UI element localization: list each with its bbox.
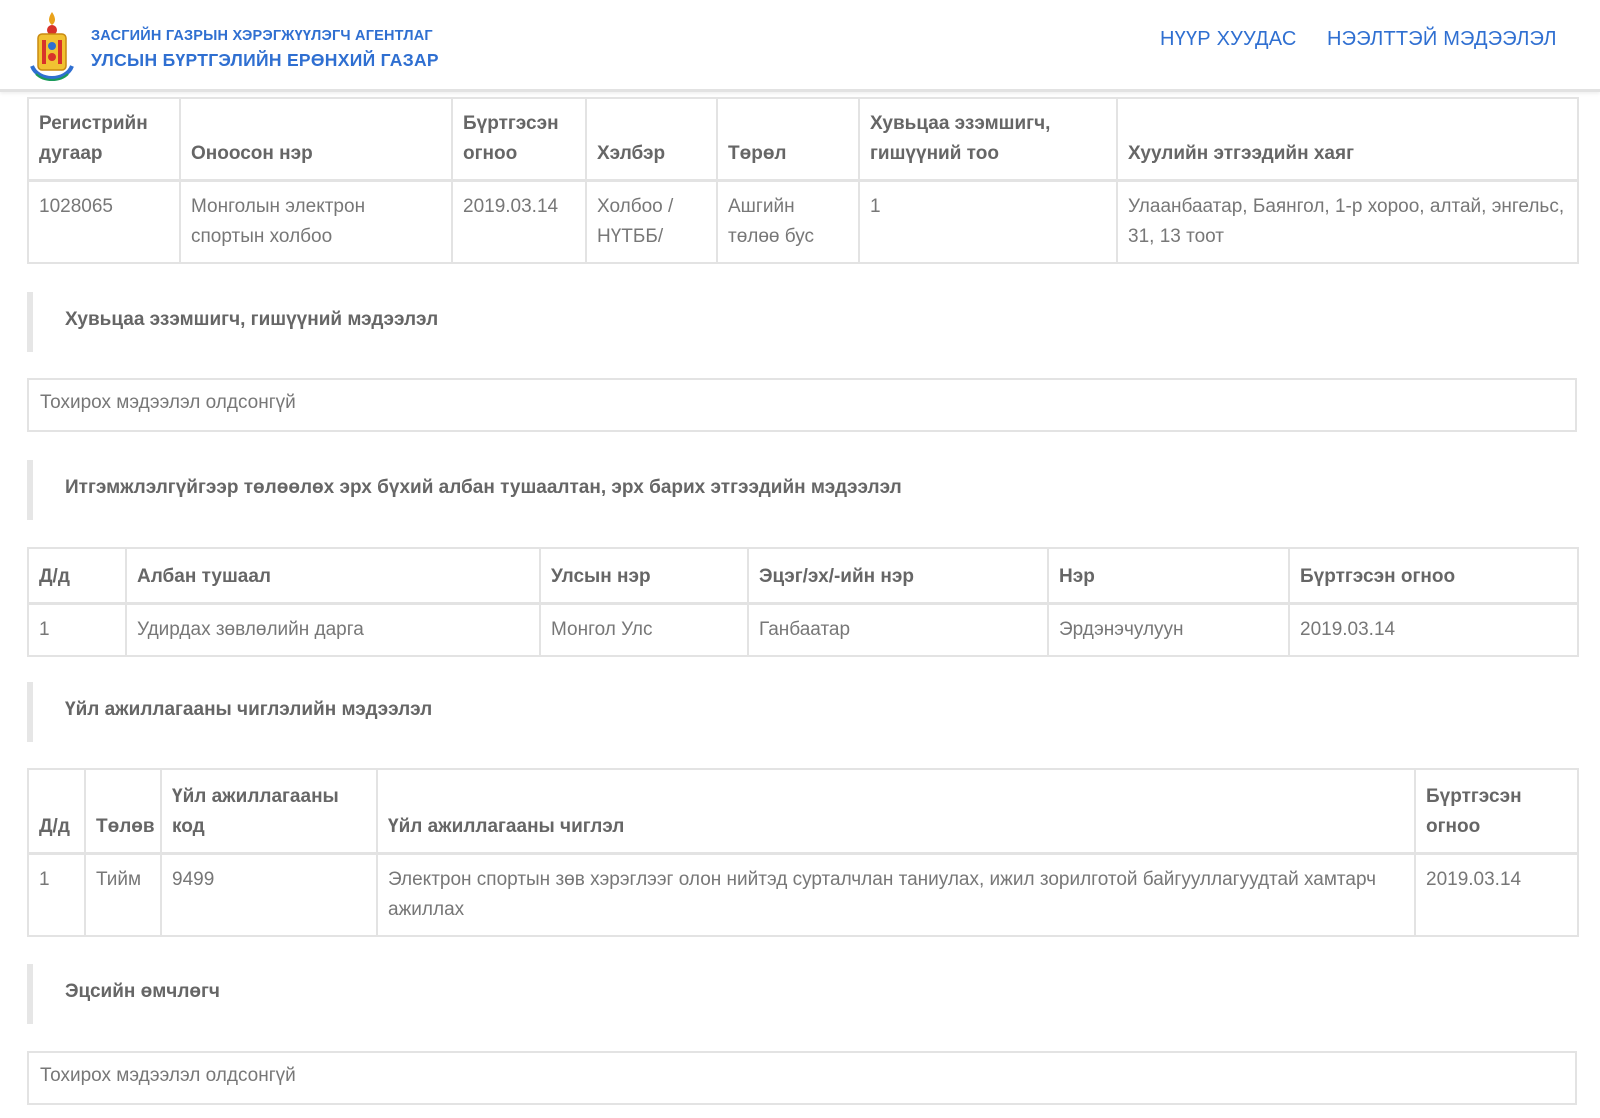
col-header-address: Хуулийн этгээдийн хаяг: [1116, 97, 1579, 182]
agency-line-1: ЗАСГИЙН ГАЗРЫН ХЭРЭГЖҮҮЛЭГЧ АГЕНТЛАГ: [91, 28, 433, 44]
col-header-index: Д/д: [27, 547, 127, 605]
col-header-activity-description: Үйл ажиллагааны чиглэл: [376, 768, 1416, 855]
soyombo-emblem-icon[interactable]: [28, 10, 76, 84]
officials-table: Д/д Албан тушаал Улсын нэр Эцэг/эх/-ийн …: [27, 547, 1579, 657]
section-title-shareholders: Хувьцаа эзэмшигч, гишүүний мэдээлэл: [27, 292, 1577, 352]
section-title-text: Итгэмжлэлгүйгээр төлөөлөх эрх бүхий алба…: [65, 477, 902, 498]
section-title-text: Үйл ажиллагааны чиглэлийн мэдээлэл: [65, 699, 433, 720]
col-header-parent-name: Эцэг/эх/-ийн нэр: [747, 547, 1049, 605]
site-header: ЗАСГИЙН ГАЗРЫН ХЭРЭГЖҮҮЛЭГЧ АГЕНТЛАГ УЛС…: [0, 0, 1600, 92]
empty-message: Тохирох мэдээлэл олдсонгүй: [40, 392, 296, 413]
col-header-activity-code: Үйл ажиллагааны код: [160, 768, 378, 855]
section-title-activities: Үйл ажиллагааны чиглэлийн мэдээлэл: [27, 682, 1577, 742]
col-header-member-count: Хувьцаа эзэмшигч, гишүүний тоо: [858, 97, 1118, 182]
cell-name: Монголын электрон спортын холбоо: [179, 179, 453, 264]
cell-member-count: 1: [858, 179, 1118, 264]
col-header-name: Оноосон нэр: [179, 97, 453, 182]
cell-activity-description: Электрон спортын зөв хэрэглээг олон нийт…: [376, 852, 1416, 937]
section-title-officials: Итгэмжлэлгүйгээр төлөөлөх эрх бүхий алба…: [27, 460, 1577, 520]
cell-index: 1: [27, 602, 127, 657]
col-header-status: Төлөв: [84, 768, 162, 855]
cell-registration-no: 1028065: [27, 179, 181, 264]
nav-open-info-link[interactable]: НЭЭЛТТЭЙ МЭДЭЭЛЭЛ: [1327, 28, 1557, 51]
nav-home-link[interactable]: НҮҮР ХУУДАС: [1160, 28, 1297, 51]
col-header-type: Төрөл: [716, 97, 860, 182]
col-header-form: Хэлбэр: [585, 97, 718, 182]
cell-activity-code: 9499: [160, 852, 378, 937]
cell-form: Холбоо / НҮТББ/: [585, 179, 718, 264]
col-header-registered-date: Бүртгэсэн огноо: [1414, 768, 1579, 855]
entity-table: Регистрийн дугаар Оноосон нэр Бүртгэсэн …: [27, 97, 1579, 264]
table-header-row: Д/д Төлөв Үйл ажиллагааны код Үйл ажилла…: [27, 768, 1579, 855]
col-header-position: Албан тушаал: [125, 547, 541, 605]
cell-status: Тийм: [84, 852, 162, 937]
col-header-registration-no: Регистрийн дугаар: [27, 97, 181, 182]
table-row: 1 Удирдах зөвлөлийн дарга Монгол Улс Ган…: [27, 602, 1579, 657]
table-header-row: Д/д Албан тушаал Улсын нэр Эцэг/эх/-ийн …: [27, 547, 1579, 605]
cell-registered-date: 2019.03.14: [451, 179, 587, 264]
cell-country: Монгол Улс: [539, 602, 749, 657]
beneficial-owner-empty-box: Тохирох мэдээлэл олдсонгүй: [27, 1051, 1577, 1105]
empty-message: Тохирох мэдээлэл олдсонгүй: [40, 1065, 296, 1086]
table-row: 1 Тийм 9499 Электрон спортын зөв хэрэглэ…: [27, 852, 1579, 937]
cell-registered-date: 2019.03.14: [1414, 852, 1579, 937]
col-header-registered-date: Бүртгэсэн огноо: [451, 97, 587, 182]
cell-address: Улаанбаатар, Баянгол, 1-р хороо, алтай, …: [1116, 179, 1579, 264]
cell-index: 1: [27, 852, 86, 937]
cell-type: Ашгийн төлөө бус: [716, 179, 860, 264]
activities-table: Д/д Төлөв Үйл ажиллагааны код Үйл ажилла…: [27, 768, 1579, 937]
col-header-registered-date: Бүртгэсэн огноо: [1288, 547, 1579, 605]
cell-registered-date: 2019.03.14: [1288, 602, 1579, 657]
col-header-index: Д/д: [27, 768, 86, 855]
section-title-text: Хувьцаа эзэмшигч, гишүүний мэдээлэл: [65, 309, 439, 330]
cell-given-name: Эрдэнэчулуун: [1047, 602, 1290, 657]
table-header-row: Регистрийн дугаар Оноосон нэр Бүртгэсэн …: [27, 97, 1579, 182]
col-header-country: Улсын нэр: [539, 547, 749, 605]
cell-parent-name: Ганбаатар: [747, 602, 1049, 657]
col-header-given-name: Нэр: [1047, 547, 1290, 605]
section-title-text: Эцсийн өмчлөгч: [65, 981, 220, 1002]
cell-position: Удирдах зөвлөлийн дарга: [125, 602, 541, 657]
section-title-beneficial-owner: Эцсийн өмчлөгч: [27, 964, 1577, 1024]
agency-line-2: УЛСЫН БҮРТГЭЛИЙН ЕРӨНХИЙ ГАЗАР: [91, 50, 439, 70]
shareholders-empty-box: Тохирох мэдээлэл олдсонгүй: [27, 378, 1577, 432]
table-row: 1028065 Монголын электрон спортын холбоо…: [27, 179, 1579, 264]
